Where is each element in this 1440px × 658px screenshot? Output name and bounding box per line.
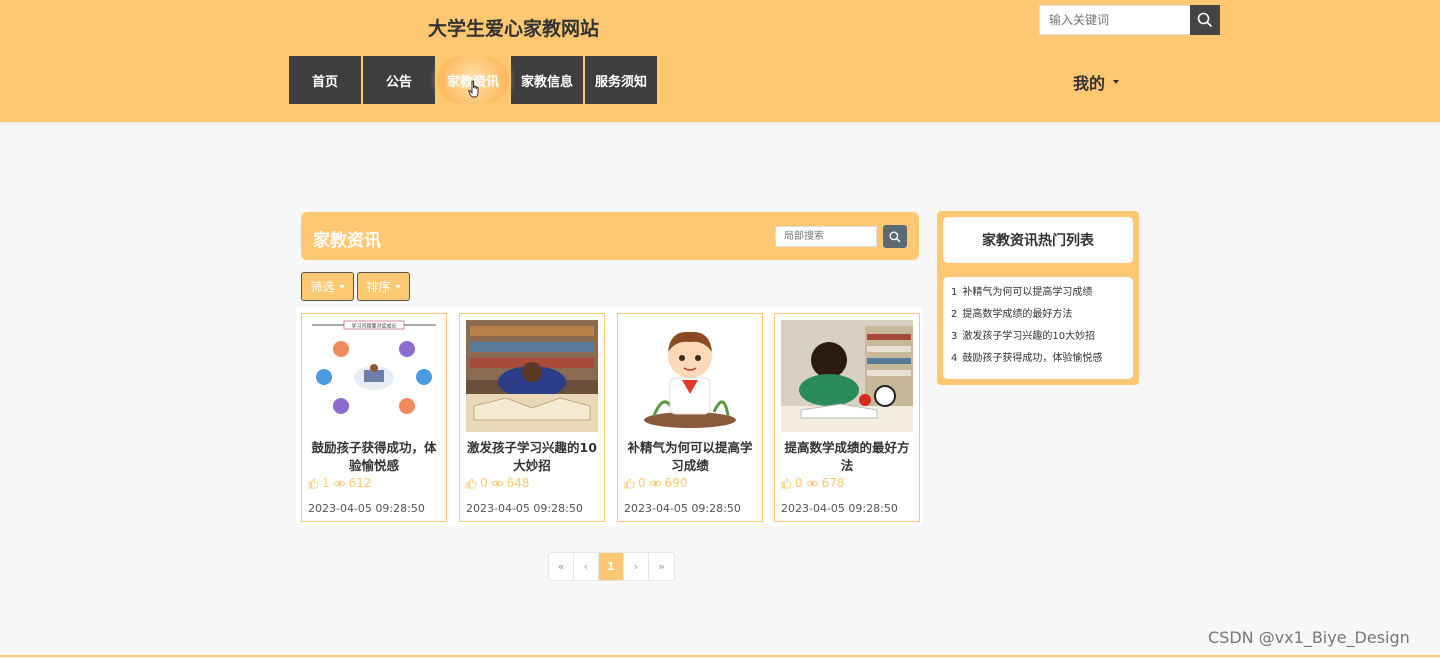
card-date: 2023-04-05 09:28:50 [781,502,898,515]
card-thumbnail [466,320,598,432]
card-thumbnail [624,320,756,432]
card-views: 612 [348,476,372,490]
card-title: 补精气为何可以提高学习成绩 [627,440,753,473]
user-menu[interactable]: 我的 [1073,70,1120,94]
caret-down-icon [394,284,401,289]
nav-service-notice[interactable]: 服务须知 [585,56,657,104]
header-search-button[interactable] [1190,5,1220,35]
watermark: CSDN @vx1_Biye_Design [1208,628,1410,647]
news-card[interactable]: 补精气为何可以提高学习成绩 0 690 2023-04-05 09:28:50 [617,313,763,522]
card-views: 690 [664,476,688,490]
page-current-button[interactable]: 1 [599,553,624,580]
thumbs-up-icon [308,478,319,488]
search-icon [889,230,901,242]
eye-icon [491,480,504,486]
filter-dropdown[interactable]: 筛选 [301,272,354,301]
card-stats: 0 690 [624,476,688,490]
hot-list-item[interactable]: 1 补精气为何可以提高学习成绩 [951,285,1125,307]
keyword-search-input[interactable] [1039,5,1190,35]
page-first-button[interactable]: « [549,553,574,580]
card-likes: 0 [795,476,803,490]
nav-announcement[interactable]: 公告 [363,56,435,104]
eye-icon [806,480,819,486]
footer-divider [0,655,1440,657]
filter-label: 筛选 [310,280,335,294]
local-search-input[interactable] [775,226,877,247]
thumbs-up-icon [624,478,635,488]
sort-label: 排序 [366,280,391,294]
hand-cursor-icon [468,80,479,98]
hot-list-panel: 家教资讯热门列表 1 补精气为何可以提高学习成绩 2 提高数学成绩的最好方法 3 激发… [937,211,1139,385]
thumbs-up-icon [781,478,792,488]
card-likes: 0 [638,476,646,490]
thumb-caption: 学习问题要对症成长 [351,323,396,330]
hot-list-item[interactable]: 3 激发孩子学习兴趣的10大妙招 [951,329,1125,351]
user-menu-label: 我的 [1073,74,1106,93]
nav-tutoring-info[interactable]: 家教信息 [511,56,583,104]
card-date: 2023-04-05 09:28:50 [308,502,425,515]
pagination: « ‹ 1 › » [548,552,675,581]
card-thumbnail [781,320,913,432]
nav-home[interactable]: 首页 [289,56,361,104]
header: 大学生爱心家教网站 首页 公告 家教资讯 家教信息 服务须知 我的 [0,0,1440,122]
card-date: 2023-04-05 09:28:50 [466,502,583,515]
hot-list: 1 补精气为何可以提高学习成绩 2 提高数学成绩的最好方法 3 激发孩子学习兴趣的10… [943,277,1133,379]
site-title: 大学生爱心家教网站 [428,18,600,40]
header-search [1039,5,1220,35]
hot-list-item[interactable]: 2 提高数学成绩的最好方法 [951,307,1125,329]
card-stats: 1 612 [308,476,372,490]
hot-list-item[interactable]: 4 鼓励孩子获得成功，体验愉悦感 [951,351,1125,373]
page-last-button[interactable]: » [649,553,674,580]
news-card[interactable]: 提高数学成绩的最好方法 0 678 2023-04-05 09:28:50 [774,313,920,522]
eye-icon [333,480,346,486]
section-title: 家教资讯 [313,231,381,251]
card-thumbnail: 学习问题要对症成长 [308,320,440,432]
caret-down-icon [1113,80,1120,84]
hot-list-title: 家教资讯热门列表 [943,217,1133,263]
card-likes: 1 [322,476,330,490]
eye-icon [649,480,662,486]
card-title: 激发孩子学习兴趣的10大妙招 [467,440,597,473]
card-views: 678 [821,476,845,490]
card-stats: 0 648 [466,476,530,490]
card-title: 提高数学成绩的最好方法 [784,440,910,473]
card-stats: 0 678 [781,476,845,490]
card-views: 648 [506,476,530,490]
news-card[interactable]: 激发孩子学习兴趣的10大妙招 0 648 2023-04-05 09:28:50 [459,313,605,522]
caret-down-icon [338,284,345,289]
page-next-button[interactable]: › [624,553,649,580]
local-search-button[interactable] [883,225,907,248]
page-prev-button[interactable]: ‹ [574,553,599,580]
search-icon [1197,12,1213,28]
sort-dropdown[interactable]: 排序 [357,272,410,301]
card-title: 鼓励孩子获得成功，体验愉悦感 [311,440,437,473]
card-date: 2023-04-05 09:28:50 [624,502,741,515]
card-likes: 0 [480,476,488,490]
news-card[interactable]: 学习问题要对症成长 鼓励孩子获得成功，体验愉悦感 1 612 2023-04-0… [301,313,447,522]
thumbs-up-icon [466,478,477,488]
